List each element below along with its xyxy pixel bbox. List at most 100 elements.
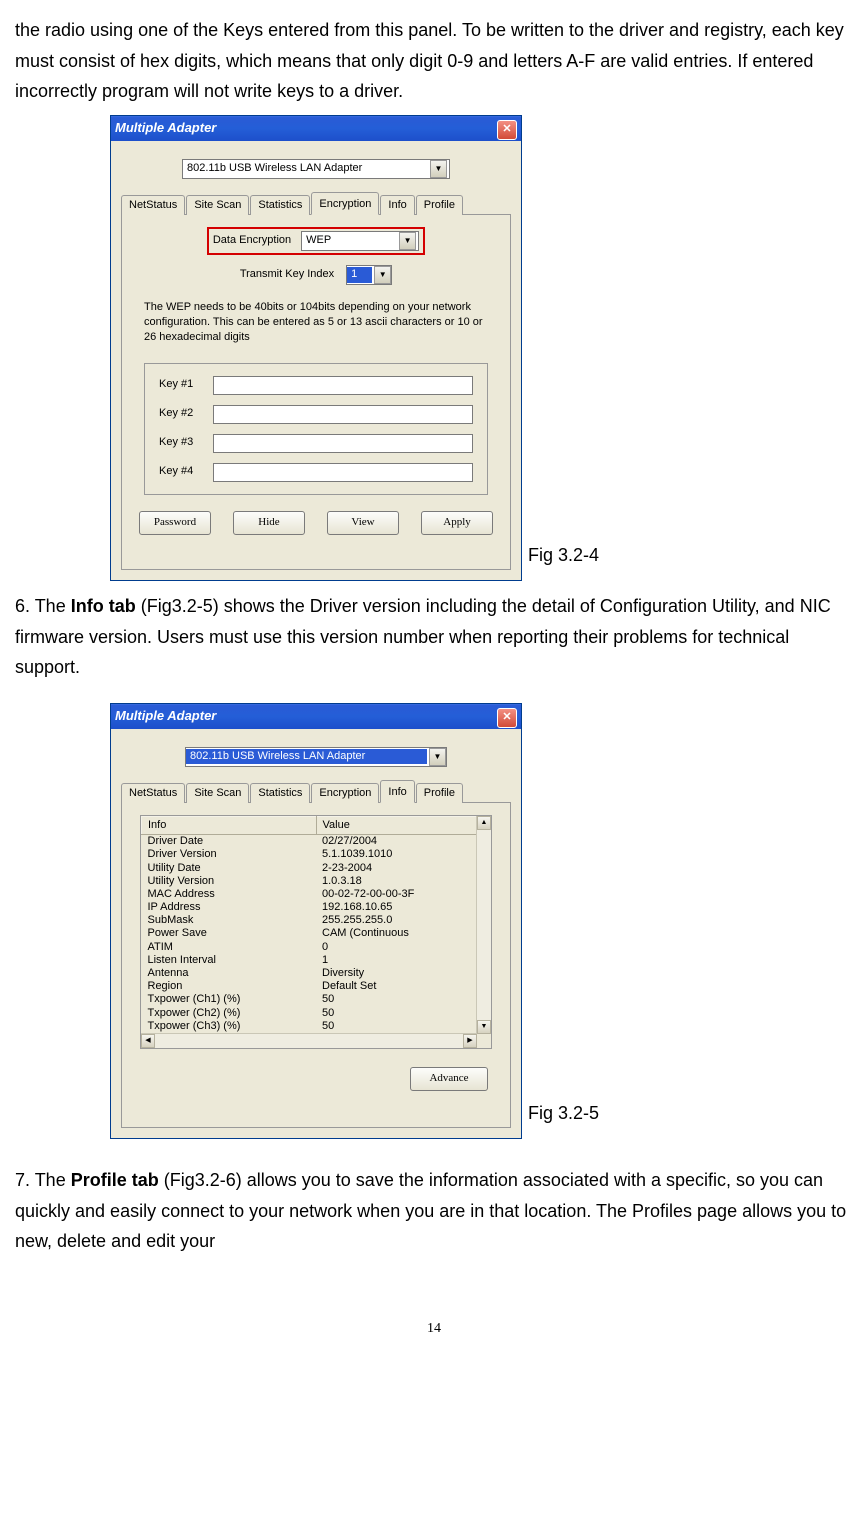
table-row[interactable]: IP Address192.168.10.65 (142, 901, 491, 914)
info-cell-value: 5.1.1039.1010 (316, 848, 491, 861)
scroll-up-icon[interactable]: ▲ (477, 816, 491, 830)
data-encryption-value: WEP (306, 234, 397, 247)
multiple-adapter-dialog-encryption: Multiple Adapter ✕ 802.11b USB Wireless … (110, 115, 522, 581)
vertical-scrollbar[interactable]: ▲ ▼ (476, 816, 491, 1034)
info-cell-value: 50 (316, 1020, 491, 1033)
tab-info[interactable]: Info (380, 195, 414, 215)
info-cell-value: 50 (316, 993, 491, 1006)
info-cell-key: Txpower (Ch1) (%) (142, 993, 317, 1006)
tab-statistics[interactable]: Statistics (250, 195, 310, 215)
info-cell-key: Antenna (142, 967, 317, 980)
transmit-key-label: Transmit Key Index (240, 268, 346, 281)
view-button[interactable]: View (327, 511, 399, 535)
data-encryption-highlight: Data Encryption WEP ▼ (207, 227, 425, 255)
tab-encryption[interactable]: Encryption (311, 192, 379, 215)
wep-note: The WEP needs to be 40bits or 104bits de… (144, 300, 488, 345)
tab-netstatus[interactable]: NetStatus (121, 783, 185, 803)
key1-label: Key #1 (159, 378, 213, 391)
tab-strip: NetStatus Site Scan Statistics Encryptio… (121, 779, 511, 803)
table-row[interactable]: RegionDefault Set (142, 980, 491, 993)
hide-button[interactable]: Hide (233, 511, 305, 535)
tab-netstatus[interactable]: NetStatus (121, 195, 185, 215)
adapter-combo-text: 802.11b USB Wireless LAN Adapter (186, 749, 427, 764)
key3-label: Key #3 (159, 436, 213, 449)
table-row[interactable]: SubMask255.255.255.0 (142, 914, 491, 927)
scroll-down-icon[interactable]: ▼ (477, 1020, 491, 1034)
info-cell-key: Txpower (Ch2) (%) (142, 1007, 317, 1020)
tab-statistics[interactable]: Statistics (250, 783, 310, 803)
info-cell-value: 1 (316, 954, 491, 967)
info-cell-value: 255.255.255.0 (316, 914, 491, 927)
figure-caption-325: Fig 3.2-5 (528, 1098, 599, 1129)
apply-button[interactable]: Apply (421, 511, 493, 535)
table-row[interactable]: Listen Interval1 (142, 954, 491, 967)
transmit-key-combo[interactable]: 1 ▼ (346, 265, 392, 285)
info-cell-value: 02/27/2004 (316, 835, 491, 849)
key4-input[interactable] (213, 463, 473, 482)
window-title: Multiple Adapter (115, 708, 216, 724)
scroll-right-icon[interactable]: ▶ (463, 1034, 477, 1048)
window-title: Multiple Adapter (115, 120, 216, 136)
table-row[interactable]: Utility Version1.0.3.18 (142, 875, 491, 888)
value-col-header[interactable]: Value (316, 816, 491, 834)
key2-input[interactable] (213, 405, 473, 424)
chevron-down-icon[interactable]: ▼ (374, 266, 391, 284)
info-table: Info Value Driver Date02/27/2004Driver V… (141, 816, 491, 1033)
table-row[interactable]: Driver Version5.1.1039.1010 (142, 848, 491, 861)
horizontal-scrollbar[interactable]: ◀ ▶ (141, 1033, 477, 1048)
tab-info[interactable]: Info (380, 780, 414, 803)
tab-sitescan[interactable]: Site Scan (186, 783, 249, 803)
table-row[interactable]: Txpower (Ch2) (%)50 (142, 1007, 491, 1020)
chevron-down-icon[interactable]: ▼ (429, 748, 446, 766)
table-row[interactable]: MAC Address00-02-72-00-00-3F (142, 888, 491, 901)
figure-caption-324: Fig 3.2-4 (528, 540, 599, 571)
info-cell-key: Driver Date (142, 835, 317, 849)
table-row[interactable]: Txpower (Ch1) (%)50 (142, 993, 491, 1006)
info-cell-value: Diversity (316, 967, 491, 980)
close-button[interactable]: ✕ (497, 120, 517, 140)
close-icon: ✕ (502, 711, 511, 724)
info-col-header[interactable]: Info (142, 816, 317, 834)
info-cell-key: Power Save (142, 927, 317, 940)
info-cell-key: SubMask (142, 914, 317, 927)
titlebar[interactable]: Multiple Adapter ✕ (111, 116, 521, 141)
info-cell-value: Default Set (316, 980, 491, 993)
tab-profile[interactable]: Profile (416, 783, 463, 803)
chevron-down-icon[interactable]: ▼ (430, 160, 447, 178)
multiple-adapter-dialog-info: Multiple Adapter ✕ 802.11b USB Wireless … (110, 703, 522, 1139)
password-button[interactable]: Password (139, 511, 211, 535)
tab-sitescan[interactable]: Site Scan (186, 195, 249, 215)
scroll-left-icon[interactable]: ◀ (141, 1034, 155, 1048)
wep-key-group: Key #1 Key #2 Key #3 Key #4 (144, 363, 488, 495)
adapter-combo[interactable]: 802.11b USB Wireless LAN Adapter ▼ (182, 159, 450, 179)
table-row[interactable]: AntennaDiversity (142, 967, 491, 980)
info-cell-key: IP Address (142, 901, 317, 914)
table-row[interactable]: Driver Date02/27/2004 (142, 835, 491, 849)
titlebar[interactable]: Multiple Adapter ✕ (111, 704, 521, 729)
data-encryption-combo[interactable]: WEP ▼ (301, 231, 419, 251)
key3-input[interactable] (213, 434, 473, 453)
advance-button[interactable]: Advance (410, 1067, 488, 1091)
info-cell-key: Region (142, 980, 317, 993)
info-cell-value: 192.168.10.65 (316, 901, 491, 914)
info-cell-key: Utility Version (142, 875, 317, 888)
tab-profile[interactable]: Profile (416, 195, 463, 215)
chevron-down-icon[interactable]: ▼ (399, 232, 416, 250)
info-table-container: Info Value Driver Date02/27/2004Driver V… (140, 815, 492, 1049)
info-cell-key: Listen Interval (142, 954, 317, 967)
info-cell-value: 2-23-2004 (316, 862, 491, 875)
adapter-combo[interactable]: 802.11b USB Wireless LAN Adapter ▼ (185, 747, 447, 767)
table-row[interactable]: Utility Date2-23-2004 (142, 862, 491, 875)
info-cell-key: Driver Version (142, 848, 317, 861)
info-cell-value: CAM (Continuous (316, 927, 491, 940)
tab-encryption[interactable]: Encryption (311, 783, 379, 803)
key4-label: Key #4 (159, 465, 213, 478)
close-button[interactable]: ✕ (497, 708, 517, 728)
tab-strip: NetStatus Site Scan Statistics Encryptio… (121, 191, 511, 215)
table-row[interactable]: ATIM0 (142, 941, 491, 954)
info-cell-key: MAC Address (142, 888, 317, 901)
key1-input[interactable] (213, 376, 473, 395)
key2-label: Key #2 (159, 407, 213, 420)
table-row[interactable]: Power SaveCAM (Continuous (142, 927, 491, 940)
table-row[interactable]: Txpower (Ch3) (%)50 (142, 1020, 491, 1033)
